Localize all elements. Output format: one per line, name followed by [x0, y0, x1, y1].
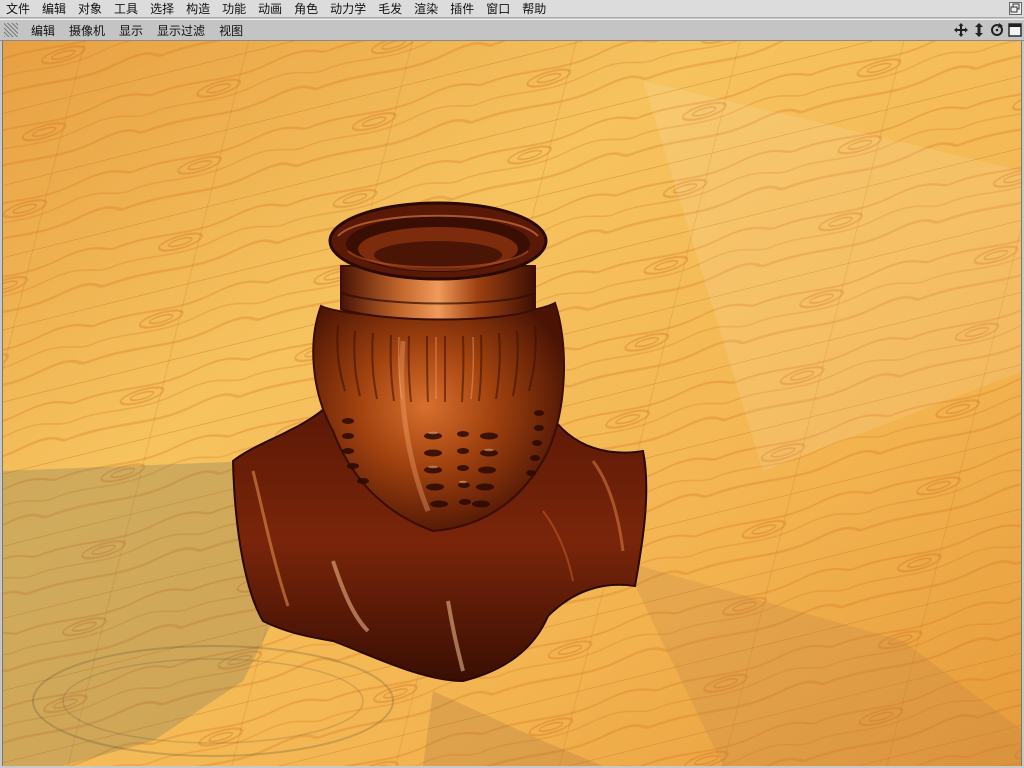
menu-character[interactable]: 角色	[288, 0, 324, 18]
viewport-nav-icons	[953, 22, 1022, 37]
view-menu-filter[interactable]: 显示过滤	[150, 22, 212, 39]
view-menu-edit[interactable]: 编辑	[24, 22, 62, 39]
menu-functions[interactable]: 功能	[216, 0, 252, 18]
menu-hair[interactable]: 毛发	[372, 0, 408, 18]
menu-plugins[interactable]: 插件	[444, 0, 480, 18]
menu-selection[interactable]: 选择	[144, 0, 180, 18]
maximize-view-icon[interactable]	[1007, 22, 1022, 37]
menu-file[interactable]: 文件	[0, 0, 36, 18]
menu-render[interactable]: 渲染	[408, 0, 444, 18]
main-menu-bar: 文件 编辑 对象 工具 选择 构造 功能 动画 角色 动力学 毛发 渲染 插件 …	[0, 0, 1024, 18]
rendered-scene	[3, 41, 1021, 766]
menu-help[interactable]: 帮助	[516, 0, 552, 18]
view-menu-view[interactable]: 视图	[212, 22, 250, 39]
menu-edit[interactable]: 编辑	[36, 0, 72, 18]
menu-structure[interactable]: 构造	[180, 0, 216, 18]
menu-tools[interactable]: 工具	[108, 0, 144, 18]
rotate-view-icon[interactable]	[989, 22, 1004, 37]
move-view-icon[interactable]	[953, 22, 968, 37]
cinema4d-window: 文件 编辑 对象 工具 选择 构造 功能 动画 角色 动力学 毛发 渲染 插件 …	[0, 0, 1024, 768]
menu-dynamics[interactable]: 动力学	[324, 0, 372, 18]
restore-window-icon[interactable]	[1009, 2, 1022, 15]
menu-animation[interactable]: 动画	[252, 0, 288, 18]
view-menu-cameras[interactable]: 摄像机	[62, 22, 112, 39]
drag-grip-icon[interactable]	[4, 23, 18, 37]
view-menu-display[interactable]: 显示	[112, 22, 150, 39]
menu-objects[interactable]: 对象	[72, 0, 108, 18]
menu-window[interactable]: 窗口	[480, 0, 516, 18]
render-viewport[interactable]	[2, 41, 1022, 766]
dolly-view-icon[interactable]	[971, 22, 986, 37]
viewport-menu-bar: 编辑 摄像机 显示 显示过滤 视图	[0, 19, 1024, 41]
